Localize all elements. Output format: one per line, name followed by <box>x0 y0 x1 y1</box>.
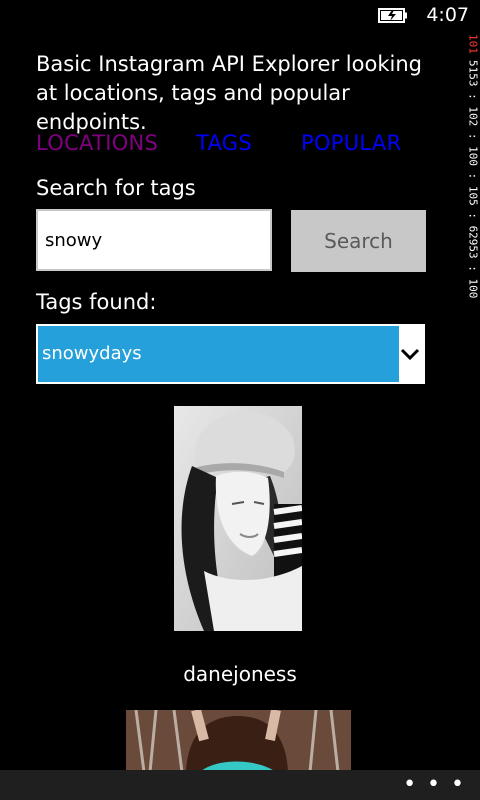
memory-counter: 101 5153 : 102 : 100 : 105 : 62953 : 100 <box>466 34 480 394</box>
clock: 4:07 <box>426 4 469 26</box>
memory-counter-top: 101 <box>466 34 480 54</box>
tags-select[interactable]: snowydays <box>36 324 425 384</box>
more-button[interactable]: • • • <box>403 774 466 796</box>
search-label: Search for tags <box>36 176 196 200</box>
screen: 4:07 101 5153 : 102 : 100 : 105 : 62953 … <box>0 0 480 800</box>
search-button[interactable]: Search <box>291 210 426 272</box>
nav-links: LOCATIONS TAGS POPULAR <box>36 131 456 161</box>
tags-found-label: Tags found: <box>36 290 157 314</box>
result-username: danejoness <box>183 662 297 686</box>
search-input[interactable] <box>36 209 272 271</box>
battery-charging-icon <box>378 8 407 23</box>
intro-text: Basic Instagram API Explorer looking at … <box>36 52 422 134</box>
tags-select-value: snowydays <box>38 326 399 382</box>
status-bar: 4:07 <box>0 0 480 32</box>
nav-link-tags[interactable]: TAGS <box>196 131 252 155</box>
chevron-down-icon[interactable] <box>399 343 421 365</box>
memory-counter-values: 5153 : 102 : 100 : 105 : 62953 : 100 <box>466 59 480 299</box>
result-photo[interactable] <box>174 406 302 631</box>
result-photo[interactable] <box>126 710 351 772</box>
nav-link-locations[interactable]: LOCATIONS <box>36 131 158 155</box>
app-bar: • • • <box>0 770 480 800</box>
nav-link-popular[interactable]: POPULAR <box>301 131 401 155</box>
